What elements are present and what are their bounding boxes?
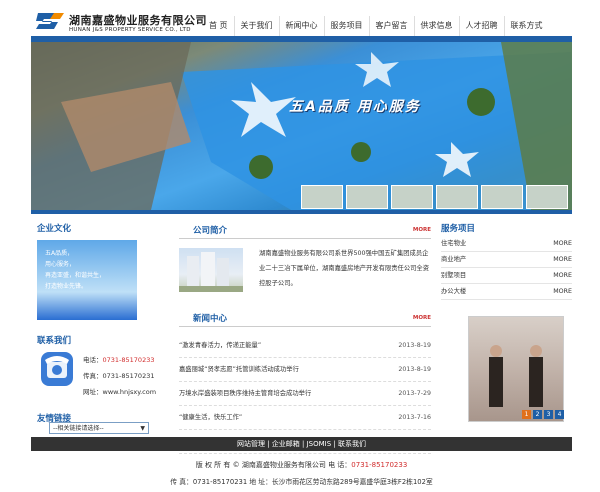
service-item[interactable]: 办公大楼 MORE <box>441 284 572 300</box>
company-name-en: HUNAN J&S PROPERTY SERVICE CO., LTD <box>69 27 191 33</box>
hero-banner: 五A品质 用心服务 <box>31 42 572 210</box>
banner-thumbnails <box>301 185 568 209</box>
news-item-date: 2013-7-16 <box>398 414 431 421</box>
news-item-title[interactable]: 万境水岸盛装项目秩序维持主管育培会成功举行 <box>179 382 311 405</box>
site-header: 湖南嘉盛物业服务有限公司 HUNAN J&S PROPERTY SERVICE … <box>31 0 572 36</box>
page: 湖南嘉盛物业服务有限公司 HUNAN J&S PROPERTY SERVICE … <box>31 0 572 492</box>
service-item-more[interactable]: MORE <box>553 284 572 299</box>
nav-about[interactable]: 关于我们 <box>233 16 279 36</box>
nav-jobs[interactable]: 人才招聘 <box>458 16 504 36</box>
culture-line: 用心服务， <box>45 261 76 268</box>
service-item[interactable]: 别墅项目 MORE <box>441 268 572 284</box>
pager-page[interactable]: 4 <box>555 410 564 419</box>
culture-title: 企业文化 <box>37 224 72 234</box>
culture-line: 打造物业先锋。 <box>45 283 88 290</box>
intro-text: 湖南嘉盛物业服务有限公司系世界500强中国五矿集团成员企业二十三冶下属单位，湖南… <box>259 250 430 287</box>
news-item-date: 2013-8-19 <box>398 366 431 373</box>
nav-guestbook[interactable]: 客户留言 <box>368 16 414 36</box>
nav-contact[interactable]: 联系方式 <box>503 16 549 36</box>
services-title: 服务项目 <box>441 224 476 234</box>
footer-links-bar[interactable]: 网站管理 | 企业邮箱 | JSOMIS | 联系我们 <box>31 437 572 451</box>
banner-thumbnail[interactable] <box>391 185 433 209</box>
main-nav: 首 页 关于我们 新闻中心 服务项目 客户留言 供求信息 人才招聘 联系方式 <box>203 16 549 36</box>
right-column: 服务项目 住宅物业 MORE 商业地产 MORE 别墅项目 MORE 办公大楼 MORE <box>441 222 572 300</box>
banner-thumbnail[interactable] <box>301 185 343 209</box>
news-more-link[interactable]: MORE <box>413 315 431 321</box>
intro-more-link[interactable]: MORE <box>413 227 431 233</box>
telephone-icon <box>41 352 73 386</box>
news-item-title[interactable]: “健康生活，快乐工作” <box>179 406 242 429</box>
nav-supply[interactable]: 供求信息 <box>413 16 459 36</box>
friend-links-select[interactable]: --相关链接请选择-- ▼ <box>49 422 149 434</box>
contact-phone-value: 0731-85170233 <box>102 356 155 364</box>
banner-thumbnail[interactable] <box>436 185 478 209</box>
company-logo-icon[interactable] <box>34 10 66 32</box>
footer-copyright: 版 权 所 有 © 湖南嘉盛物业服务有限公司 电 话：0731-85170233 <box>31 460 572 470</box>
news-list: “激发青春活力，传递正能量” 2013-8-19 嘉盛丽城“贤孝志愿”托管训练活动… <box>179 334 431 454</box>
footer-copyright-text: 版 权 所 有 © 湖南嘉盛物业服务有限公司 电 话： <box>195 461 352 469</box>
pager-page[interactable]: 3 <box>544 410 553 419</box>
service-item-more[interactable]: MORE <box>553 252 572 267</box>
service-item-label[interactable]: 商业地产 <box>441 252 466 267</box>
contact-phone-label: 电话： <box>83 356 103 364</box>
culture-image: 五A品质， 用心服务， 再造亚盛，和谐共生， 打造物业先锋。 <box>37 240 137 320</box>
banner-slogan: 五A品质 用心服务 <box>289 99 421 115</box>
news-title: 新闻中心 <box>193 314 228 324</box>
news-item[interactable]: 万境水岸盛装项目秩序维持主管育培会成功举行 2013-7-29 <box>179 382 431 406</box>
contact-fax: 传真：0731-85170231 <box>83 370 154 380</box>
photo-pager: 1 2 3 4 <box>522 410 564 419</box>
contact-web-label: 网址： <box>83 388 103 396</box>
middle-column: 公司简介 MORE 湖南嘉盛物业服务有限公司系世界500强中国五矿集团成员企业二… <box>179 222 431 454</box>
staff-photo[interactable] <box>468 316 564 422</box>
news-item[interactable]: “健康生活，快乐工作” 2013-7-16 <box>179 406 431 430</box>
contact-title: 联系我们 <box>37 336 72 346</box>
news-item[interactable]: 嘉盛丽城“贤孝志愿”托管训练活动成功举行 2013-8-19 <box>179 358 431 382</box>
news-header-wrap: 新闻中心 MORE <box>179 310 431 327</box>
pager-page[interactable]: 2 <box>533 410 542 419</box>
news-header: 新闻中心 MORE <box>179 310 431 327</box>
banner-thumbnail[interactable] <box>346 185 388 209</box>
culture-line: 五A品质， <box>45 250 74 257</box>
banner-divider <box>31 210 572 214</box>
news-item-title[interactable]: “激发青春活力，传递正能量” <box>179 334 261 357</box>
news-item-date: 2013-8-19 <box>398 342 431 349</box>
service-item-label[interactable]: 住宅物业 <box>441 236 466 251</box>
service-item-more[interactable]: MORE <box>553 268 572 283</box>
nav-news[interactable]: 新闻中心 <box>278 16 324 36</box>
news-item-date: 2013-7-29 <box>398 390 431 397</box>
intro-building-image <box>179 248 243 292</box>
intro-header: 公司简介 MORE <box>179 222 431 239</box>
chevron-down-icon: ▼ <box>140 425 145 432</box>
news-item-title[interactable]: 嘉盛丽城“贤孝志愿”托管训练活动成功举行 <box>179 358 299 381</box>
footer-address: 传 真：0731-85170231 地 址：长沙市雨花区劳动东路289号嘉盛华庭… <box>170 478 433 486</box>
service-item-label[interactable]: 别墅项目 <box>441 268 466 283</box>
pager-page[interactable]: 1 <box>522 410 531 419</box>
friend-links-select-value: --相关链接请选择-- <box>53 425 104 432</box>
contact-fax-value: 0731-85170231 <box>102 372 155 380</box>
nav-home[interactable]: 首 页 <box>203 16 234 36</box>
news-item[interactable]: “激发青春活力，传递正能量” 2013-8-19 <box>179 334 431 358</box>
footer-phone: 0731-85170233 <box>351 461 408 469</box>
contact-phone: 电话：0731-85170233 <box>83 354 154 364</box>
contact-block: 电话：0731-85170233 传真：0731-85170231 网址：www… <box>37 346 156 416</box>
culture-line: 再造亚盛，和谐共生， <box>45 272 106 279</box>
nav-services[interactable]: 服务项目 <box>323 16 369 36</box>
intro-title: 公司简介 <box>193 226 228 236</box>
contact-web: 网址：www.hnjsxy.com <box>83 386 156 396</box>
contact-web-value[interactable]: www.hnjsxy.com <box>103 388 157 396</box>
service-item-more[interactable]: MORE <box>553 236 572 251</box>
service-item[interactable]: 住宅物业 MORE <box>441 236 572 252</box>
banner-thumbnail[interactable] <box>481 185 523 209</box>
left-column: 企业文化 五A品质， 用心服务， 再造亚盛，和谐共生， 打造物业先锋。 联系我们… <box>37 222 156 416</box>
banner-thumbnail[interactable] <box>526 185 568 209</box>
service-item-label[interactable]: 办公大楼 <box>441 284 466 299</box>
service-item[interactable]: 商业地产 MORE <box>441 252 572 268</box>
company-name-cn: 湖南嘉盛物业服务有限公司 <box>69 14 207 27</box>
contact-fax-label: 传真： <box>83 372 103 380</box>
